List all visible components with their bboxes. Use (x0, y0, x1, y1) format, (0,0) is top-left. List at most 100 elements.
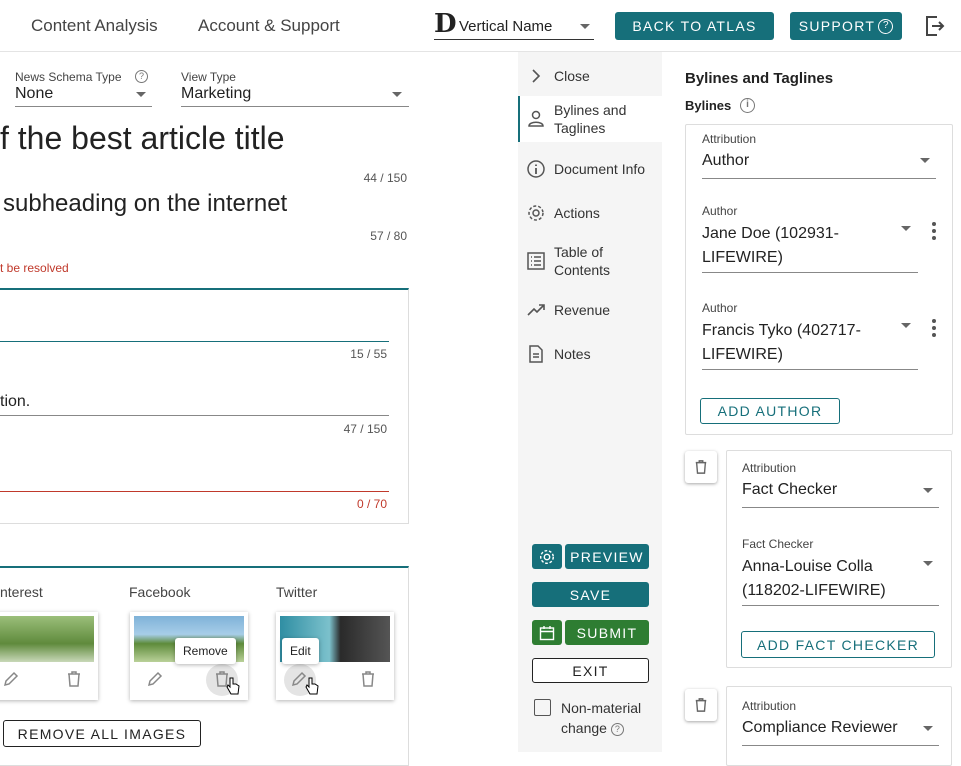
chevron-down-icon (923, 726, 933, 731)
add-fact-checker-button[interactable]: ADD FACT CHECKER (741, 631, 935, 658)
edit-icon[interactable] (146, 670, 164, 688)
view-type-value[interactable]: Marketing (181, 85, 251, 103)
trash-icon[interactable] (360, 670, 376, 688)
add-author-button[interactable]: ADD AUTHOR (700, 398, 840, 424)
vertical-select[interactable]: D Vertical Name (434, 10, 594, 40)
trash-icon (695, 460, 707, 474)
field2-underline (0, 415, 389, 416)
nav-revenue[interactable]: Revenue (526, 299, 662, 321)
pinterest-thumb (0, 612, 98, 700)
field2-counter: 47 / 150 (343, 422, 387, 436)
support-button[interactable]: SUPPORT ? (790, 12, 902, 40)
nav-actions[interactable]: Actions (526, 202, 662, 224)
trending-up-icon (527, 304, 545, 316)
logout-icon[interactable] (925, 15, 945, 37)
more-vert-icon[interactable] (932, 319, 936, 340)
fact-checker-value[interactable]: Anna-Louise Colla (118202-LIFEWIRE) (742, 555, 918, 603)
bylines-heading: Bylines and Taglines (685, 70, 834, 87)
schedule-button[interactable] (532, 620, 562, 645)
chevron-down-icon (920, 158, 930, 163)
back-to-atlas-button[interactable]: BACK TO ATLAS (615, 12, 774, 40)
fc-attribution-value[interactable]: Fact Checker (742, 481, 837, 499)
hand-cursor-icon (305, 677, 319, 695)
bylines-nav-label: Bylines and Taglines (554, 102, 627, 136)
article-subheading[interactable]: subheading on the internet (3, 190, 287, 218)
twitter-label: Twitter (276, 584, 318, 600)
nav-document-info[interactable]: Document Info (526, 158, 662, 180)
chevron-right-icon (532, 69, 541, 83)
trash-icon[interactable] (66, 670, 82, 688)
nav-table-of-contents[interactable]: Table of Contents (526, 243, 662, 279)
nonmaterial-checkbox[interactable] (534, 699, 551, 716)
author-2-underline (702, 369, 918, 370)
top-bar: Content Analysis Account & Support D Ver… (0, 0, 961, 52)
fc-attribution-underline (742, 507, 939, 508)
preview-button[interactable]: PREVIEW (565, 544, 649, 569)
vertical-logo-icon: D (434, 9, 457, 39)
help-icon[interactable]: ? (135, 70, 148, 83)
author-2-value[interactable]: Francis Tyko (402717-LIFEWIRE) (702, 319, 898, 367)
delete-compliance-button[interactable] (685, 689, 717, 721)
remove-all-images-button[interactable]: REMOVE ALL IMAGES (3, 720, 201, 747)
trash-icon (695, 698, 707, 712)
chevron-down-icon (901, 226, 911, 231)
attribution-value[interactable]: Author (702, 152, 749, 170)
chevron-down-icon (136, 92, 146, 97)
news-schema-label: News Schema Type (15, 70, 122, 84)
cr-attribution-underline (742, 745, 939, 746)
edit-icon[interactable] (2, 670, 20, 688)
field2-text[interactable]: tion. (0, 393, 30, 411)
news-schema-underline (15, 106, 152, 107)
view-type-underline (181, 106, 409, 107)
attribution-label: Attribution (742, 461, 797, 475)
list-icon (527, 252, 545, 270)
gear-icon (539, 549, 555, 564)
submit-button[interactable]: SUBMIT (565, 620, 649, 645)
person-icon (528, 110, 544, 127)
info-icon[interactable]: i (740, 98, 755, 113)
nav-account-support[interactable]: Account & Support (198, 16, 340, 36)
gear-icon (528, 205, 544, 221)
nonmaterial-label: Non-material change ? (561, 700, 642, 736)
preview-settings-button[interactable] (532, 544, 562, 569)
actions-label: Actions (554, 205, 600, 221)
attribution-label: Attribution (742, 699, 797, 713)
chevron-down-icon (923, 488, 933, 493)
field3-underline (0, 491, 389, 492)
help-icon[interactable]: ? (610, 722, 624, 736)
article-title[interactable]: f the best article title (0, 120, 285, 157)
toc-label: Table of Contents (554, 244, 611, 278)
more-vert-icon[interactable] (932, 222, 936, 243)
nav-content-analysis[interactable]: Content Analysis (31, 16, 158, 36)
cr-attribution-value[interactable]: Compliance Reviewer (742, 719, 898, 737)
pinterest-label: nterest (0, 584, 43, 600)
nav-notes[interactable]: Notes (526, 343, 662, 365)
exit-button[interactable]: EXIT (532, 658, 649, 683)
author-label: Author (702, 301, 738, 315)
authors-card (685, 124, 953, 435)
calendar-icon (539, 625, 555, 640)
seo-section (0, 288, 409, 524)
revenue-label: Revenue (554, 302, 611, 318)
subheading-counter: 57 / 80 (370, 229, 407, 243)
facebook-label: Facebook (129, 584, 191, 600)
save-button[interactable]: SAVE (532, 582, 649, 607)
news-schema-value[interactable]: None (15, 85, 53, 103)
document-info-label: Document Info (554, 161, 646, 177)
info-icon (527, 160, 545, 178)
bylines-subheading: Bylines (685, 98, 732, 113)
nav-bylines[interactable]: Bylines and Taglines (526, 102, 662, 136)
attribution-label: Attribution (702, 132, 757, 146)
vertical-name: Vertical Name (459, 18, 553, 35)
edit-tooltip: Edit (282, 638, 319, 664)
field3-counter: 0 / 70 (356, 497, 387, 511)
close-nav-item[interactable]: Close (526, 66, 662, 86)
side-nav: Close Bylines and Taglines Document Info… (518, 52, 662, 752)
delete-fact-checker-button[interactable] (685, 451, 717, 483)
author-1-value[interactable]: Jane Doe (102931-LIFEWIRE) (702, 222, 892, 270)
view-type-label: View Type (181, 70, 236, 84)
title-counter: 44 / 150 (363, 171, 407, 185)
fact-checker-underline (742, 605, 939, 606)
error-message: t be resolved (0, 261, 69, 275)
field1-underline (0, 341, 389, 342)
